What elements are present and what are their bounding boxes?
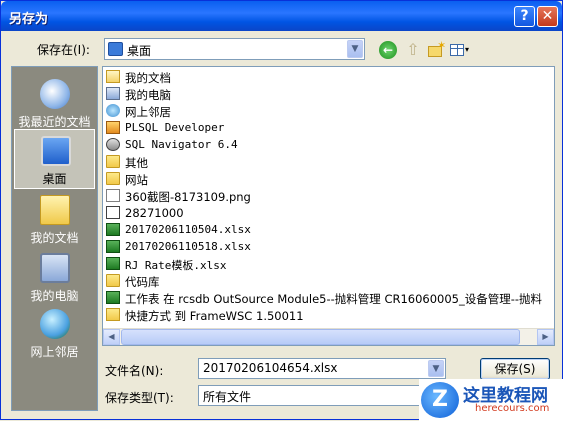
excel-file-icon [106, 257, 120, 270]
watermark-url: herecours.com [475, 403, 550, 414]
scroll-left-icon[interactable]: ◀ [103, 329, 120, 345]
place-label: 我的电脑 [30, 289, 79, 303]
image-file-icon [106, 189, 120, 202]
excel-shortcut-icon [106, 291, 120, 304]
desktop-icon [108, 42, 123, 56]
save-as-dialog: 另存为 ? ✕ 保存在(I): 桌面 ▼ ← ⇧ ✶ ▾ 我最近的文档 桌面 我… [0, 0, 563, 421]
places-bar: 我最近的文档 桌面 我的文档 我的电脑 网上邻居 [11, 66, 98, 411]
filetype-label: 保存类型(T): [105, 391, 174, 405]
file-list[interactable]: 我的文档 我的电脑 网上邻居 PLSQL Developer SQL Navig… [102, 66, 555, 346]
folder-icon [106, 274, 120, 287]
site-logo-icon: Z [421, 382, 459, 418]
place-my-documents[interactable]: 我的文档 [14, 189, 95, 249]
chevron-down-icon[interactable]: ▼ [428, 360, 444, 377]
scroll-thumb[interactable] [121, 329, 520, 345]
views-menu-icon[interactable]: ▾ [450, 41, 474, 59]
save-button[interactable]: 保存(S) [480, 358, 550, 380]
my-documents-icon [106, 70, 120, 83]
place-desktop[interactable]: 桌面 [14, 129, 95, 189]
network-places-icon [40, 309, 70, 339]
place-network[interactable]: 网上邻居 [14, 303, 95, 363]
folder-icon [106, 172, 120, 185]
back-icon[interactable]: ← [379, 41, 397, 59]
help-button[interactable]: ? [514, 6, 535, 27]
place-my-computer[interactable]: 我的电脑 [14, 247, 95, 307]
file-icon [106, 206, 120, 219]
app-shortcut-icon [106, 121, 120, 134]
filename-label: 文件名(N): [105, 364, 164, 378]
sql-navigator-icon [106, 138, 120, 151]
filename-field[interactable]: 20170206104654.xlsx ▼ [198, 358, 446, 379]
lookin-combo[interactable]: 桌面 ▼ [104, 38, 365, 60]
scroll-right-icon[interactable]: ▶ [537, 329, 554, 345]
shortcut-icon [106, 308, 120, 321]
close-button[interactable]: ✕ [537, 6, 558, 27]
up-folder-icon[interactable]: ⇧ [404, 41, 422, 59]
excel-file-icon [106, 240, 120, 253]
network-places-icon [106, 104, 120, 117]
folder-icon [106, 155, 120, 168]
horizontal-scrollbar[interactable]: ◀ ▶ [103, 328, 554, 345]
site-watermark: Z 这里教程网 herecours.com [419, 379, 563, 421]
my-computer-icon [106, 87, 120, 100]
window-title: 另存为 [9, 12, 49, 27]
place-recent[interactable]: 我最近的文档 [14, 73, 95, 133]
my-computer-icon [40, 253, 70, 283]
lookin-label: 保存在(I): [37, 43, 90, 57]
filetype-select[interactable]: 所有文件 ▼ [198, 385, 446, 406]
desktop-icon [41, 136, 71, 166]
title-bar[interactable]: 另存为 ? ✕ [1, 1, 562, 31]
place-label: 我最近的文档 [18, 115, 91, 129]
recent-documents-icon [40, 79, 70, 109]
place-label: 桌面 [42, 172, 67, 186]
place-label: 网上邻居 [30, 345, 79, 359]
place-label: 我的文档 [30, 231, 79, 245]
chevron-down-icon[interactable]: ▼ [347, 40, 363, 58]
my-documents-icon [40, 195, 70, 225]
excel-file-icon [106, 223, 120, 236]
new-folder-icon[interactable]: ✶ [427, 39, 446, 59]
lookin-value: 桌面 [127, 44, 152, 58]
